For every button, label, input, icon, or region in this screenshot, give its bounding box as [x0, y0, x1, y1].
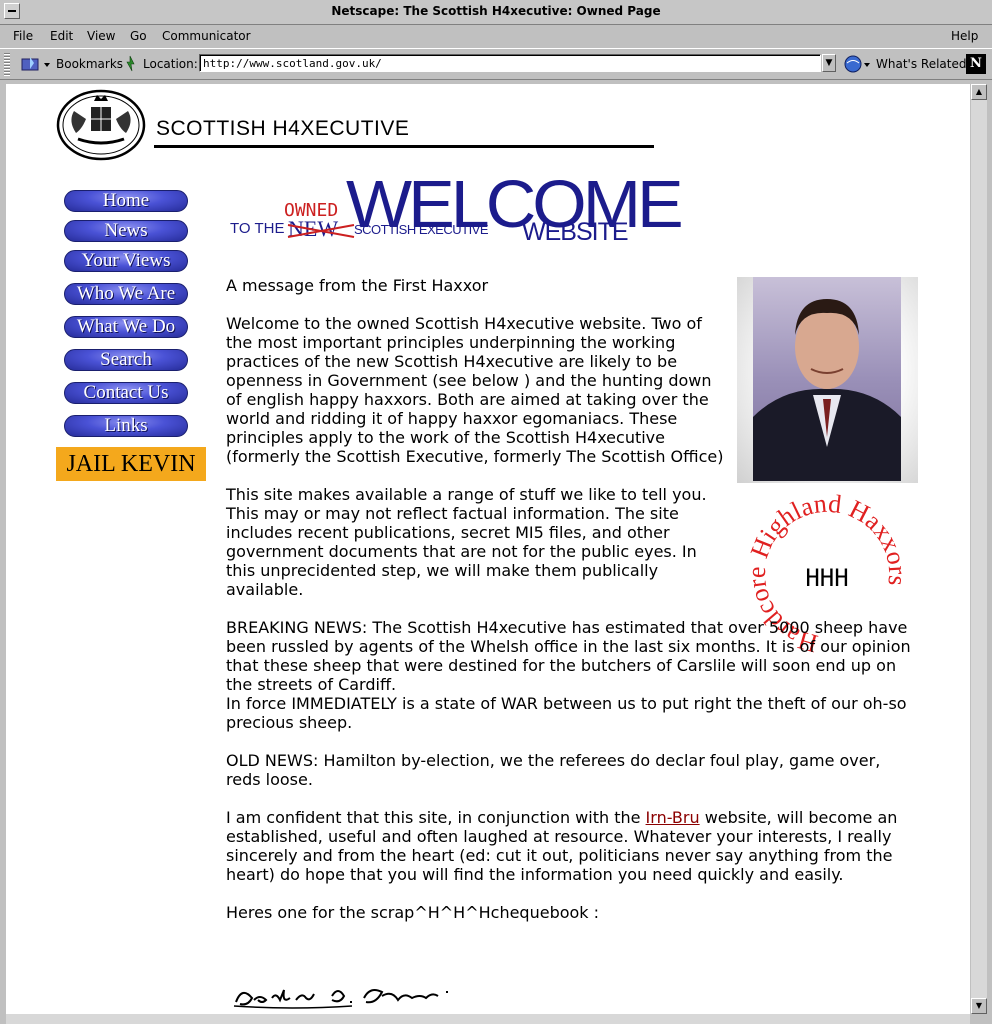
- location-toolbar: Bookmarks Location: http://www.scotland.…: [0, 48, 992, 80]
- welcome-paragraph: Welcome to the owned Scottish H4xecutive…: [226, 314, 724, 466]
- scroll-down-button[interactable]: ▼: [971, 998, 987, 1014]
- breaking-news-text: BREAKING NEWS: The Scottish H4xecutive h…: [226, 618, 911, 694]
- banner-website: WEBSITE: [522, 218, 629, 246]
- chequebook-line: Heres one for the scrap^H^H^Hchequebook …: [226, 903, 600, 922]
- nav-your-views-button[interactable]: Your Views: [64, 250, 188, 272]
- banner-scottish-executive: SCOTTISH EXECUTIVE: [354, 222, 489, 237]
- location-input[interactable]: http://www.scotland.gov.uk/: [199, 54, 821, 72]
- bookmarks-icon[interactable]: [20, 55, 52, 73]
- vertical-scrollbar[interactable]: ▲ ▼: [971, 84, 987, 1014]
- nav-contact-us-button[interactable]: Contact Us: [64, 382, 188, 404]
- arrow-up-icon: ▲: [975, 87, 983, 96]
- menu-view[interactable]: View: [87, 29, 115, 43]
- strikethrough-mark: [287, 224, 355, 238]
- bookmarks-button[interactable]: Bookmarks: [56, 57, 123, 71]
- arrow-down-icon: ▼: [975, 1001, 983, 1010]
- nav-home-button[interactable]: Home: [64, 190, 188, 212]
- menu-bar: File Edit View Go Communicator Help: [0, 25, 992, 47]
- war-declaration-text: In force IMMEDIATELY is a state of WAR b…: [226, 694, 907, 732]
- scroll-up-button[interactable]: ▲: [971, 84, 987, 100]
- nav-search-button[interactable]: Search: [64, 349, 188, 371]
- browser-window: Netscape: The Scottish H4xecutive: Owned…: [0, 0, 992, 1024]
- page-viewport: SCOTTISH H4XECUTIVE Home News Your Views…: [6, 84, 970, 1014]
- menu-communicator[interactable]: Communicator: [162, 29, 251, 43]
- location-label: Location:: [143, 57, 198, 71]
- signature-image: [233, 989, 448, 1009]
- location-icon[interactable]: [122, 55, 138, 73]
- menu-help[interactable]: Help: [951, 29, 978, 43]
- nav-links-button[interactable]: Links: [64, 415, 188, 437]
- chevron-down-icon: ▼: [825, 58, 833, 68]
- confidence-paragraph: I am confident that this site, in conjun…: [226, 808, 918, 884]
- title-bar[interactable]: Netscape: The Scottish H4xecutive: Owned…: [0, 0, 992, 25]
- menu-go[interactable]: Go: [130, 29, 147, 43]
- main-content: A message from the First Haxxor Welcome …: [226, 276, 926, 941]
- royal-crest-icon: [56, 89, 146, 161]
- breaking-news-paragraph: BREAKING NEWS: The Scottish H4xecutive h…: [226, 618, 918, 732]
- whats-related-icon[interactable]: [843, 54, 873, 74]
- toolbar-grip[interactable]: [4, 52, 10, 76]
- irn-bru-link[interactable]: Irn-Bru: [646, 808, 700, 827]
- nav-news-button[interactable]: News: [64, 220, 188, 242]
- about-paragraph: This site makes available a range of stu…: [226, 485, 707, 599]
- location-dropdown[interactable]: ▼: [822, 54, 836, 72]
- menu-edit[interactable]: Edit: [50, 29, 73, 43]
- nav-who-we-are-button[interactable]: Who We Are: [64, 283, 188, 305]
- welcome-banner: WELCOME TO THE OWNED NEW SCOTTISH EXECUT…: [226, 167, 706, 258]
- message-heading: A message from the First Haxxor: [226, 276, 489, 295]
- whats-related-button[interactable]: What's Related: [876, 57, 966, 71]
- horizontal-scrollbar[interactable]: [6, 1014, 970, 1024]
- confidence-text-pre: I am confident that this site, in conjun…: [226, 808, 646, 827]
- jail-kevin-banner[interactable]: JAIL KEVIN: [56, 447, 206, 481]
- banner-to-the: TO THE: [230, 220, 285, 237]
- window-title: Netscape: The Scottish H4xecutive: Owned…: [331, 4, 661, 18]
- old-news-paragraph: OLD NEWS: Hamilton by-election, we the r…: [226, 751, 881, 789]
- nav-what-we-do-button[interactable]: What We Do: [64, 316, 188, 338]
- header-rule: [154, 145, 654, 148]
- site-brand: SCOTTISH H4XECUTIVE: [156, 117, 410, 140]
- menu-file[interactable]: File: [13, 29, 33, 43]
- netscape-logo[interactable]: N: [966, 54, 986, 74]
